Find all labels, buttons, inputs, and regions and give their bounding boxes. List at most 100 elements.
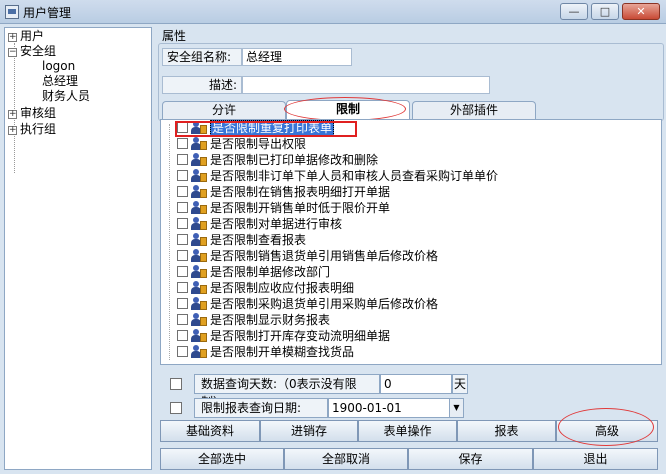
user-key-icon xyxy=(191,297,207,310)
close-button[interactable]: ✕ xyxy=(622,3,660,20)
tree-item-security-group[interactable]: − 安全组 xyxy=(8,44,56,59)
user-key-icon xyxy=(191,265,207,278)
permission-label: 是否限制开销售单时低于限价开单 xyxy=(210,201,391,215)
description-label: 描述: xyxy=(162,76,242,94)
permission-label: 是否限制打开库存变动流明细单据 xyxy=(210,329,391,343)
user-key-icon xyxy=(191,249,207,262)
tree-item-general-manager[interactable]: 总经理 xyxy=(42,74,78,89)
permission-label: 是否限制应收应付报表明细 xyxy=(210,281,355,295)
permission-label: 是否限制查看报表 xyxy=(210,233,307,247)
permission-item[interactable]: 是否限制开单模糊查找货品 xyxy=(177,344,354,360)
exit-button[interactable]: 退出 xyxy=(533,448,658,470)
report-date-value: 1900-01-01 xyxy=(332,401,402,415)
permission-checkbox[interactable] xyxy=(177,330,188,341)
permission-label: 是否限制销售退货单引用销售单后修改价格 xyxy=(210,249,439,263)
user-key-icon xyxy=(191,281,207,294)
tab-external-plugins[interactable]: 外部插件 xyxy=(412,101,536,119)
query-days-checkbox[interactable] xyxy=(170,378,182,390)
tree-item-audit-group[interactable]: + 审核组 xyxy=(8,106,56,121)
tree-item-exec-group[interactable]: + 执行组 xyxy=(8,122,56,137)
permission-checkbox[interactable] xyxy=(177,138,188,149)
tree-item-label: 用户 xyxy=(20,29,45,43)
category-basic-data-button[interactable]: 基础资料 xyxy=(160,420,260,442)
highlight-ellipse xyxy=(558,408,654,446)
permission-checkbox[interactable] xyxy=(177,314,188,325)
permission-checkbox[interactable] xyxy=(177,202,188,213)
tree-item-finance[interactable]: 财务人员 xyxy=(42,89,90,104)
query-days-input[interactable]: 0 xyxy=(380,374,452,394)
highlight-ellipse xyxy=(284,97,406,121)
user-management-window: 用户管理 — □ ✕ + 用户 − 安全组 logon 总经理 财务人员 + 审核组 … xyxy=(0,0,666,474)
user-key-icon xyxy=(191,345,207,358)
tree-item-label: 审核组 xyxy=(20,106,57,120)
permissions-list[interactable]: 是否限制重复打印表单 是否限制导出权限 是否限制已打印单据修改和删除 是否限制非… xyxy=(160,119,662,365)
tree-item-users[interactable]: + 用户 xyxy=(8,29,44,44)
permission-checkbox[interactable] xyxy=(177,250,188,261)
permission-checkbox[interactable] xyxy=(177,346,188,357)
permission-item[interactable]: 是否限制销售退货单引用销售单后修改价格 xyxy=(177,248,438,264)
title-bar: 用户管理 — □ ✕ xyxy=(0,0,666,24)
report-date-checkbox[interactable] xyxy=(170,402,182,414)
permission-label: 是否限制对单据进行审核 xyxy=(210,217,343,231)
group-name-field[interactable]: 总经理 xyxy=(242,48,352,66)
query-days-unit: 天 xyxy=(452,374,468,394)
user-key-icon xyxy=(191,137,207,150)
permission-checkbox[interactable] xyxy=(177,218,188,229)
user-key-icon xyxy=(191,217,207,230)
permission-item[interactable]: 是否限制开销售单时低于限价开单 xyxy=(177,200,390,216)
maximize-button[interactable]: □ xyxy=(591,3,619,20)
user-key-icon xyxy=(191,153,207,166)
collapse-icon[interactable]: − xyxy=(8,48,17,57)
permission-item[interactable]: 是否限制查看报表 xyxy=(177,232,306,248)
permission-item[interactable]: 是否限制导出权限 xyxy=(177,136,306,152)
permission-item[interactable]: 是否限制单据修改部门 xyxy=(177,264,330,280)
permission-item[interactable]: 是否限制应收应付报表明细 xyxy=(177,280,354,296)
expand-icon[interactable]: + xyxy=(8,110,17,119)
permission-item[interactable]: 是否限制显示财务报表 xyxy=(177,312,330,328)
tree-item-logon[interactable]: logon xyxy=(42,59,75,74)
permission-checkbox[interactable] xyxy=(177,170,188,181)
permission-checkbox[interactable] xyxy=(177,266,188,277)
select-all-button[interactable]: 全部选中 xyxy=(160,448,284,470)
tree-item-label: 财务人员 xyxy=(42,89,91,103)
permission-item[interactable]: 是否限制非订单下单人员和审核人员查看采购订单单价 xyxy=(177,168,498,184)
permission-checkbox[interactable] xyxy=(177,234,188,245)
permission-item[interactable]: 是否限制对单据进行审核 xyxy=(177,216,342,232)
group-tree[interactable]: + 用户 − 安全组 logon 总经理 财务人员 + 审核组 + 执行组 xyxy=(4,27,152,470)
category-reports-button[interactable]: 报表 xyxy=(457,420,556,442)
attributes-pane: 属性 安全组名称: 总经理 描述: 分许 限制 外部插件 是否限制重复打印表单 … xyxy=(156,24,666,474)
tree-guide-line xyxy=(169,124,170,360)
save-button[interactable]: 保存 xyxy=(408,448,533,470)
permission-item[interactable]: 是否限制在销售报表明细打开单据 xyxy=(177,184,390,200)
permission-label: 是否限制显示财务报表 xyxy=(210,313,331,327)
permission-item[interactable]: 是否限制采购退货单引用采购单后修改价格 xyxy=(177,296,438,312)
chevron-down-icon[interactable]: ▼ xyxy=(449,399,463,417)
user-key-icon xyxy=(191,169,207,182)
permission-label: 是否限制导出权限 xyxy=(210,137,307,151)
user-key-icon xyxy=(191,313,207,326)
deselect-all-button[interactable]: 全部取消 xyxy=(284,448,408,470)
query-days-label: 数据查询天数:（0表示没有限制） xyxy=(194,374,380,409)
expand-icon[interactable]: + xyxy=(8,33,17,42)
permission-label: 是否限制在销售报表明细打开单据 xyxy=(210,185,391,199)
category-purchase-sales-inventory-button[interactable]: 进销存 xyxy=(260,420,358,442)
query-days-row: 数据查询天数:（0表示没有限制） 0 天 xyxy=(160,374,662,409)
window-title: 用户管理 xyxy=(23,6,72,20)
tab-permissions[interactable]: 分许 xyxy=(162,101,286,119)
user-key-icon xyxy=(191,185,207,198)
permission-item[interactable]: 是否限制打开库存变动流明细单据 xyxy=(177,328,390,344)
category-form-operations-button[interactable]: 表单操作 xyxy=(358,420,457,442)
permission-checkbox[interactable] xyxy=(177,154,188,165)
highlight-rectangle xyxy=(175,121,357,137)
permission-checkbox[interactable] xyxy=(177,186,188,197)
permission-checkbox[interactable] xyxy=(177,282,188,293)
permission-item[interactable]: 是否限制已打印单据修改和删除 xyxy=(177,152,378,168)
minimize-button[interactable]: — xyxy=(560,3,588,20)
tree-item-label: 总经理 xyxy=(42,74,79,88)
permission-checkbox[interactable] xyxy=(177,298,188,309)
report-date-picker[interactable]: 1900-01-01 ▼ xyxy=(328,398,464,418)
expand-icon[interactable]: + xyxy=(8,126,17,135)
attributes-section-label: 属性 xyxy=(162,29,187,43)
description-field[interactable] xyxy=(242,76,490,94)
user-key-icon xyxy=(191,201,207,214)
